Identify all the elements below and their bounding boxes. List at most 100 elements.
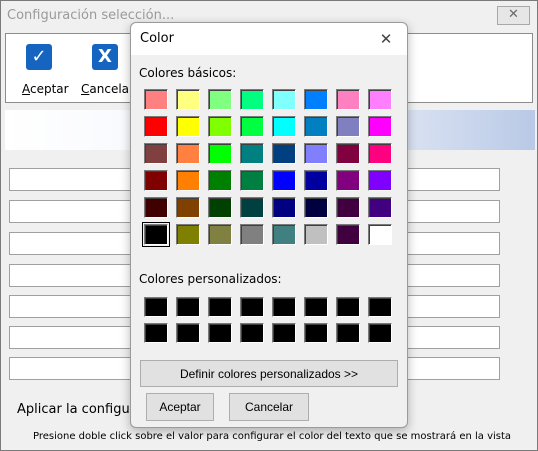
basic-color-swatch[interactable] <box>365 194 397 221</box>
basic-color-swatch[interactable] <box>173 86 205 113</box>
basic-color-swatch-fill <box>272 116 296 137</box>
basic-color-swatch-fill <box>240 116 264 137</box>
basic-color-swatch[interactable] <box>333 140 365 167</box>
basic-colors-label: Colores básicos: <box>139 66 237 80</box>
basic-color-swatch[interactable] <box>269 167 301 194</box>
basic-color-swatch[interactable] <box>301 167 333 194</box>
custom-color-swatch[interactable] <box>173 294 205 320</box>
custom-color-swatch[interactable] <box>205 294 237 320</box>
color-dialog-close-button[interactable]: ✕ <box>375 29 397 49</box>
basic-color-swatch[interactable] <box>205 113 237 140</box>
basic-color-swatch[interactable] <box>173 194 205 221</box>
basic-color-swatch[interactable] <box>141 113 173 140</box>
basic-color-swatch[interactable] <box>205 140 237 167</box>
basic-color-swatch[interactable] <box>365 113 397 140</box>
custom-color-swatch[interactable] <box>141 320 173 346</box>
cancel-button[interactable]: Cancelar <box>229 393 309 421</box>
basic-color-swatch[interactable] <box>301 140 333 167</box>
define-custom-colors-button[interactable]: Definir colores personalizados >> <box>140 360 398 387</box>
basic-color-swatch[interactable] <box>269 140 301 167</box>
custom-color-swatch[interactable] <box>333 294 365 320</box>
basic-color-swatch[interactable] <box>173 167 205 194</box>
basic-color-swatch[interactable] <box>365 167 397 194</box>
basic-color-swatch[interactable] <box>141 167 173 194</box>
basic-color-swatch-fill <box>272 224 296 245</box>
ok-button[interactable]: Aceptar <box>146 393 214 421</box>
basic-color-swatch-fill <box>240 143 264 164</box>
custom-color-swatch[interactable] <box>141 294 173 320</box>
basic-color-swatch[interactable] <box>333 221 365 248</box>
basic-color-swatch[interactable] <box>141 140 173 167</box>
basic-color-swatch[interactable] <box>269 194 301 221</box>
basic-color-swatch[interactable] <box>301 86 333 113</box>
basic-color-swatch[interactable] <box>173 113 205 140</box>
basic-color-swatch-fill <box>336 143 360 164</box>
custom-color-swatch-fill <box>304 323 328 343</box>
basic-color-swatch[interactable] <box>333 194 365 221</box>
basic-color-swatch-fill <box>368 143 392 164</box>
basic-color-swatch[interactable] <box>333 113 365 140</box>
basic-color-swatch-fill <box>208 116 232 137</box>
basic-color-swatch[interactable] <box>173 221 205 248</box>
basic-color-swatch[interactable] <box>269 113 301 140</box>
basic-color-swatch[interactable] <box>237 221 269 248</box>
basic-color-swatch-fill <box>304 170 328 191</box>
basic-color-swatch[interactable] <box>269 86 301 113</box>
custom-color-swatch[interactable] <box>365 294 397 320</box>
basic-color-swatch[interactable] <box>141 194 173 221</box>
basic-color-swatch[interactable] <box>205 86 237 113</box>
basic-color-swatch-fill <box>304 116 328 137</box>
basic-colors-grid <box>141 86 397 248</box>
basic-color-swatch[interactable] <box>333 167 365 194</box>
basic-color-swatch[interactable] <box>237 113 269 140</box>
basic-color-swatch-fill <box>336 89 360 110</box>
basic-color-swatch[interactable] <box>237 194 269 221</box>
basic-color-swatch[interactable] <box>205 194 237 221</box>
basic-color-swatch-fill <box>368 197 392 218</box>
custom-color-swatch[interactable] <box>173 320 205 346</box>
basic-color-swatch[interactable] <box>365 140 397 167</box>
basic-color-swatch[interactable] <box>301 113 333 140</box>
custom-color-swatch[interactable] <box>301 294 333 320</box>
basic-color-swatch[interactable] <box>365 221 397 248</box>
custom-color-swatch[interactable] <box>333 320 365 346</box>
basic-color-swatch[interactable] <box>333 86 365 113</box>
basic-color-swatch[interactable] <box>301 221 333 248</box>
color-dialog-titlebar: Color ✕ <box>131 23 407 55</box>
basic-color-swatch[interactable] <box>205 221 237 248</box>
basic-color-swatch[interactable] <box>141 221 173 248</box>
custom-color-swatch-fill <box>336 323 360 343</box>
basic-color-swatch-fill <box>144 89 168 110</box>
basic-color-swatch[interactable] <box>365 86 397 113</box>
basic-color-swatch[interactable] <box>301 194 333 221</box>
basic-color-swatch[interactable] <box>141 86 173 113</box>
basic-color-swatch-fill <box>240 224 264 245</box>
custom-color-swatch[interactable] <box>269 320 301 346</box>
custom-color-swatch[interactable] <box>205 320 237 346</box>
basic-color-swatch-fill <box>142 222 170 247</box>
basic-color-swatch-fill <box>336 197 360 218</box>
custom-color-swatch[interactable] <box>237 294 269 320</box>
config-window-close-button[interactable]: ✕ <box>497 6 530 25</box>
basic-color-swatch[interactable] <box>237 167 269 194</box>
basic-color-swatch[interactable] <box>205 167 237 194</box>
basic-color-swatch-fill <box>208 197 232 218</box>
custom-color-swatch[interactable] <box>237 320 269 346</box>
config-window-title: Configuración selección... <box>7 8 175 23</box>
basic-color-swatch[interactable] <box>237 86 269 113</box>
custom-color-swatch[interactable] <box>301 320 333 346</box>
basic-color-swatch-fill <box>368 170 392 191</box>
custom-color-swatch-fill <box>144 297 168 317</box>
basic-color-swatch-fill <box>304 224 328 245</box>
basic-color-swatch[interactable] <box>237 140 269 167</box>
basic-color-swatch[interactable] <box>173 140 205 167</box>
basic-color-swatch[interactable] <box>269 221 301 248</box>
basic-color-swatch-fill <box>240 89 264 110</box>
cancel-toolbar-button[interactable]: X Cancelar <box>78 42 138 100</box>
custom-color-swatch[interactable] <box>269 294 301 320</box>
basic-color-swatch-fill <box>208 224 232 245</box>
custom-color-swatch[interactable] <box>365 320 397 346</box>
cancel-toolbar-label: Cancelar <box>81 82 134 96</box>
checkmark-icon: ✓ <box>26 44 52 70</box>
accept-toolbar-button[interactable]: ✓ Aceptar <box>12 42 72 100</box>
